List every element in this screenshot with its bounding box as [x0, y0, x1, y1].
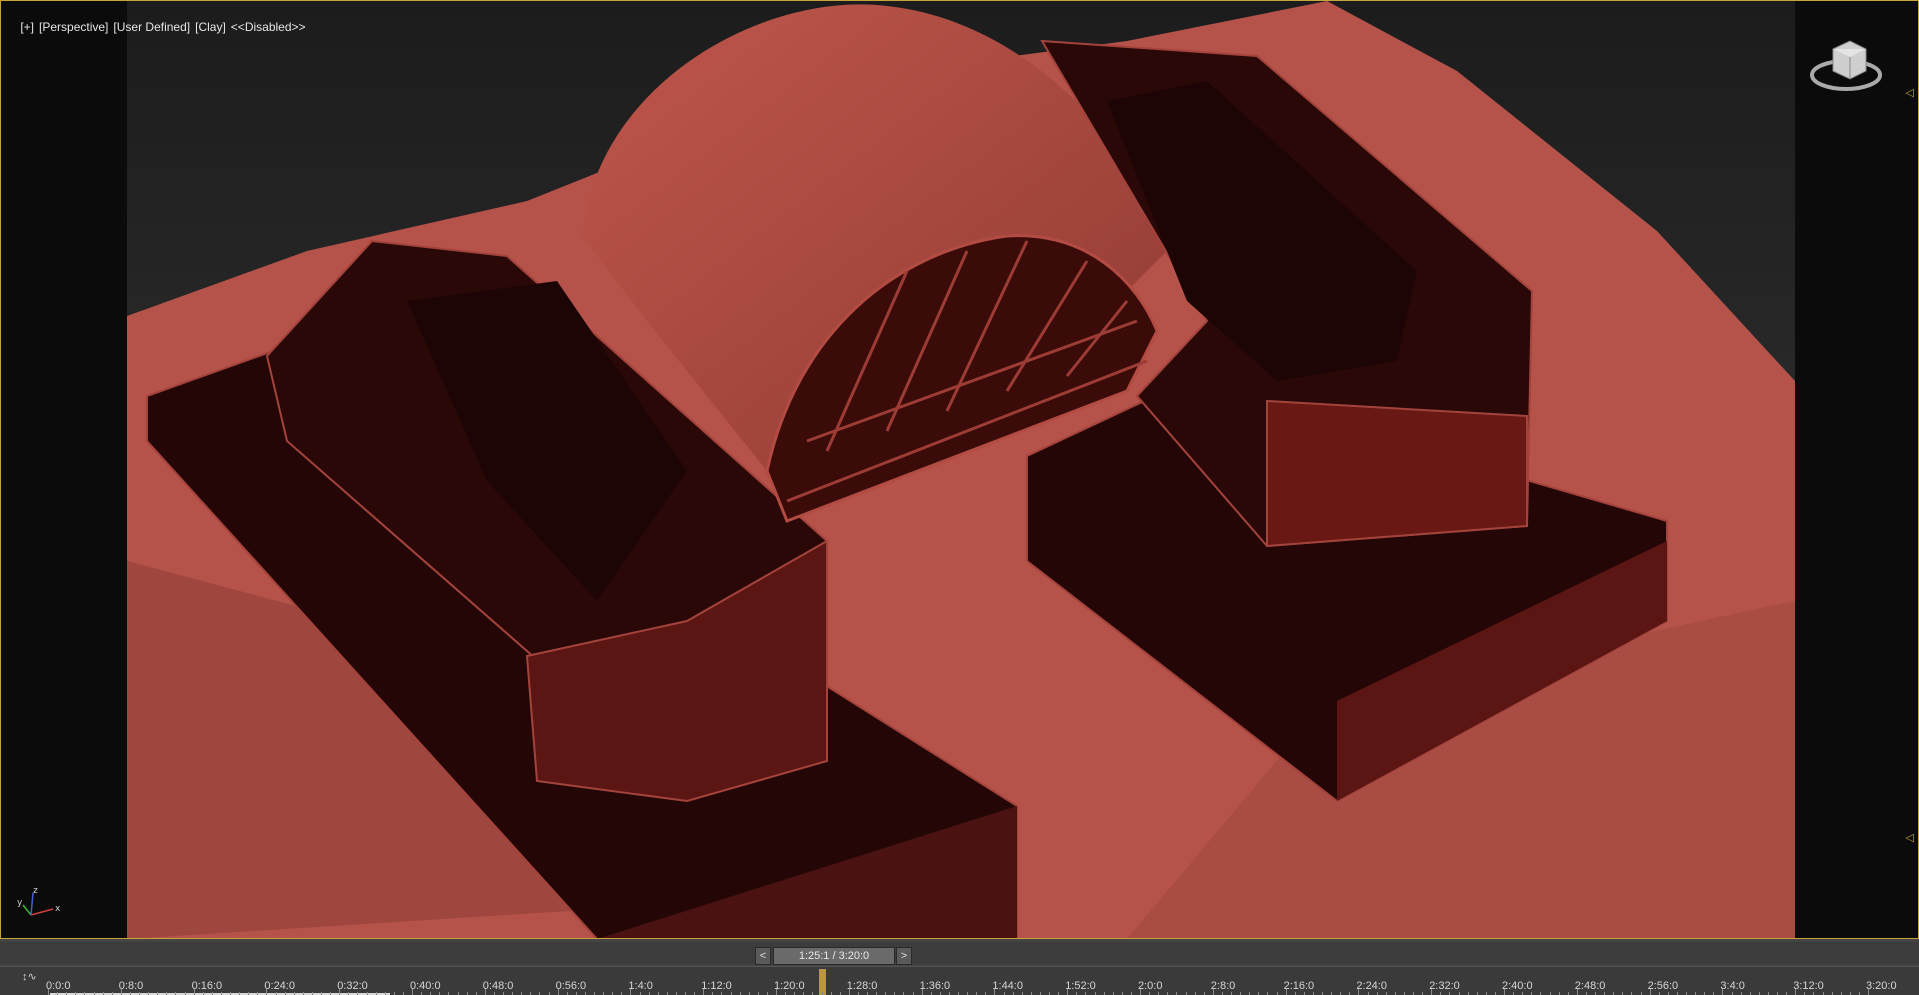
timeline-tick-label: 2:32:0 [1429, 980, 1460, 992]
timeline-tick-label: 2:8:0 [1210, 980, 1236, 992]
time-slider-thumb[interactable]: 1:25:1 / 3:20:0 [773, 947, 895, 965]
timeline-tick-label: 1:28:0 [846, 980, 878, 992]
timeline-tick [1358, 989, 1360, 995]
viewport-edge-marker-bottom: ◁ [1905, 832, 1914, 844]
timeline-tick-label: 2:40:0 [1502, 980, 1533, 992]
timeline-tick-label: 3:4:0 [1720, 980, 1745, 992]
viewcube-icon[interactable] [1808, 29, 1888, 99]
viewport-label-menu: [+] [Perspective] [User Defined] [Clay] <<Di… [7, 6, 311, 48]
timeline-tick-label: 0:40:0 [410, 980, 441, 992]
viewport-point-of-view-menu[interactable]: [Perspective] [39, 20, 108, 34]
timeline-tick-label: 0:56:0 [555, 980, 587, 992]
timeline-tick-label: 2:0:0 [1138, 980, 1163, 992]
timeline-tick-label: 1:36:0 [919, 980, 951, 992]
timeline-tick-label: 3:12:0 [1793, 980, 1824, 992]
timeline-tick-label: 1:44:0 [992, 980, 1023, 992]
timeline-tick [1140, 989, 1141, 995]
viewport-edge-marker-top: ◁ [1905, 87, 1914, 99]
timeline-tick [848, 989, 850, 995]
timeline-tick [994, 989, 996, 995]
track-bar-ruler[interactable]: ↕∿ 0:0:0 0:8:0 0:16:0 0:24:0 0:32:0 0:40:0 0:4… [0, 966, 1919, 995]
timeline-tick [120, 989, 122, 995]
svg-text:z: z [33, 886, 38, 896]
timeline-tick [1212, 989, 1214, 995]
timeline-tick [557, 989, 559, 995]
timeline-tick-label: 2:16:0 [1283, 980, 1315, 992]
clay-scene-render[interactable] [127, 1, 1795, 938]
timeline-tick [1649, 989, 1651, 995]
timeline-tick [266, 989, 268, 995]
timeline-tick [412, 989, 413, 995]
timeline-tick-label: 0:8:0 [118, 980, 144, 992]
svg-text:y: y [17, 898, 23, 908]
axis-tripod-icon: x y z [13, 885, 63, 925]
timeline-tick [1722, 989, 1724, 995]
viewport-plus-menu[interactable]: [+] [20, 20, 34, 34]
viewport-disabled-status: <<Disabled>> [230, 20, 306, 34]
timeline-tick-label: 1:20:0 [774, 980, 805, 992]
viewport-shading-menu[interactable]: [Clay] [195, 20, 226, 34]
time-slider-panel: < 1:25:1 / 3:20:0 > ↕∿ 0:0:0 0:8:0 0:16:0 0… [0, 939, 1919, 995]
scene-svg [127, 1, 1795, 938]
timeline-tick-label: 1:12:0 [701, 980, 732, 992]
timeline-tick-label: 1:4:0 [628, 980, 653, 992]
current-frame-marker[interactable] [819, 969, 827, 995]
timeline-tick [339, 989, 341, 995]
timeline-tick-label: 0:48:0 [482, 980, 514, 992]
timeline-tick [1868, 989, 1869, 995]
timeline-tick-label: 0:32:0 [337, 980, 368, 992]
timeline-tick [1067, 989, 1069, 995]
timeline-tick-label: 2:56:0 [1647, 980, 1679, 992]
mini-curve-editor-icon[interactable]: ↕∿ [22, 970, 37, 983]
timeline-tick [484, 989, 486, 995]
timeline-tick [630, 989, 632, 995]
timeline-tick-label: 0:0:0 [46, 980, 71, 992]
svg-text:x: x [55, 904, 61, 914]
timeline-tick [1795, 989, 1797, 995]
perspective-viewport[interactable]: [+] [Perspective] [User Defined] [Clay] <<Di… [0, 0, 1919, 939]
timeline-tick [776, 989, 777, 995]
timeline-tick-label: 0:16:0 [191, 980, 223, 992]
timeline-tick [1431, 989, 1433, 995]
timeline-tick-label: 0:24:0 [264, 980, 295, 992]
timeline-tick-label: 3:20:0 [1866, 980, 1897, 992]
timeline-tick [1285, 989, 1287, 995]
viewport-user-defined-menu[interactable]: [User Defined] [113, 20, 190, 34]
timeline-tick [1576, 989, 1578, 995]
time-slider-track[interactable]: < 1:25:1 / 3:20:0 > [0, 942, 1919, 965]
timeline-tick-label: 2:24:0 [1356, 980, 1387, 992]
next-frame-button[interactable]: > [896, 947, 912, 965]
timeline-tick [48, 989, 49, 995]
previous-frame-button[interactable]: < [755, 947, 771, 965]
timeline-tick-label: 1:52:0 [1065, 980, 1096, 992]
timeline-tick [921, 989, 923, 995]
timeline-tick-label: 2:48:0 [1574, 980, 1606, 992]
timeline-tick [703, 989, 705, 995]
timeline-tick [193, 989, 195, 995]
timeline-tick [1504, 989, 1505, 995]
